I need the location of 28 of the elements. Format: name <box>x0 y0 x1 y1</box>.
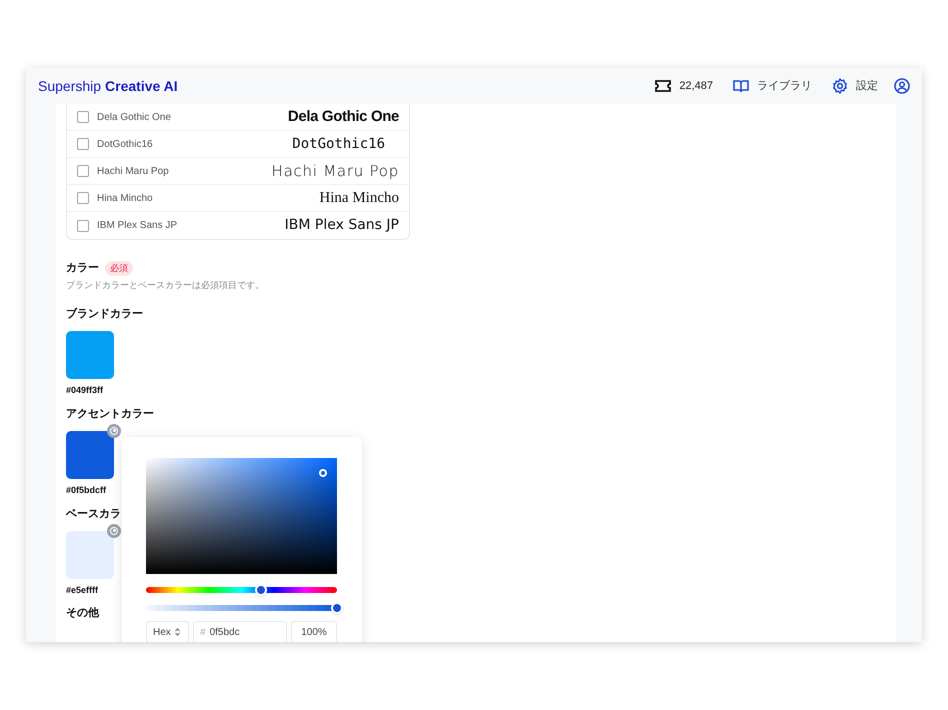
color-label: ブランドカラー <box>66 306 143 322</box>
color-hex: #e5effff <box>66 584 98 596</box>
color-label: ベースカラ <box>66 507 121 522</box>
font-sample: IBM Plex Sans JP <box>284 216 399 235</box>
font-sample: Hachi Maru Pop <box>272 160 399 182</box>
color-hex: #049ff3ff <box>66 384 104 396</box>
font-name: IBM Plex Sans JP <box>97 219 178 233</box>
library-link[interactable]: ライブラリ <box>733 78 812 94</box>
font-name: DotGothic16 <box>97 138 153 152</box>
credit-count: 22,487 <box>679 78 713 94</box>
font-name: Dela Gothic One <box>97 110 171 124</box>
font-name: Hachi Maru Pop <box>97 164 169 178</box>
logo-text: Supership <box>38 76 102 96</box>
settings-link[interactable]: 設定 <box>832 78 878 94</box>
color-hex: #0f5bdcff <box>66 484 106 496</box>
color-label: アクセントカラー <box>66 407 154 422</box>
font-sample: Dela Gothic One <box>288 106 399 127</box>
format-select[interactable]: Hex <box>146 621 189 642</box>
hex-input[interactable]: # 0f5bdc <box>193 621 287 642</box>
opacity-input[interactable]: 100% <box>291 621 337 642</box>
font-sample: Hina Mincho <box>319 188 399 208</box>
section-description: ブランドカラーとベースカラーは必須項目です。 <box>66 278 265 292</box>
section-title: カラー <box>66 261 99 276</box>
other-label: その他 <box>66 606 99 621</box>
required-badge: 必須 <box>105 260 133 276</box>
font-sample: DotGothic16 <box>292 134 385 154</box>
logo-text: Creative AI <box>105 76 178 96</box>
font-name: Hina Mincho <box>97 192 153 206</box>
